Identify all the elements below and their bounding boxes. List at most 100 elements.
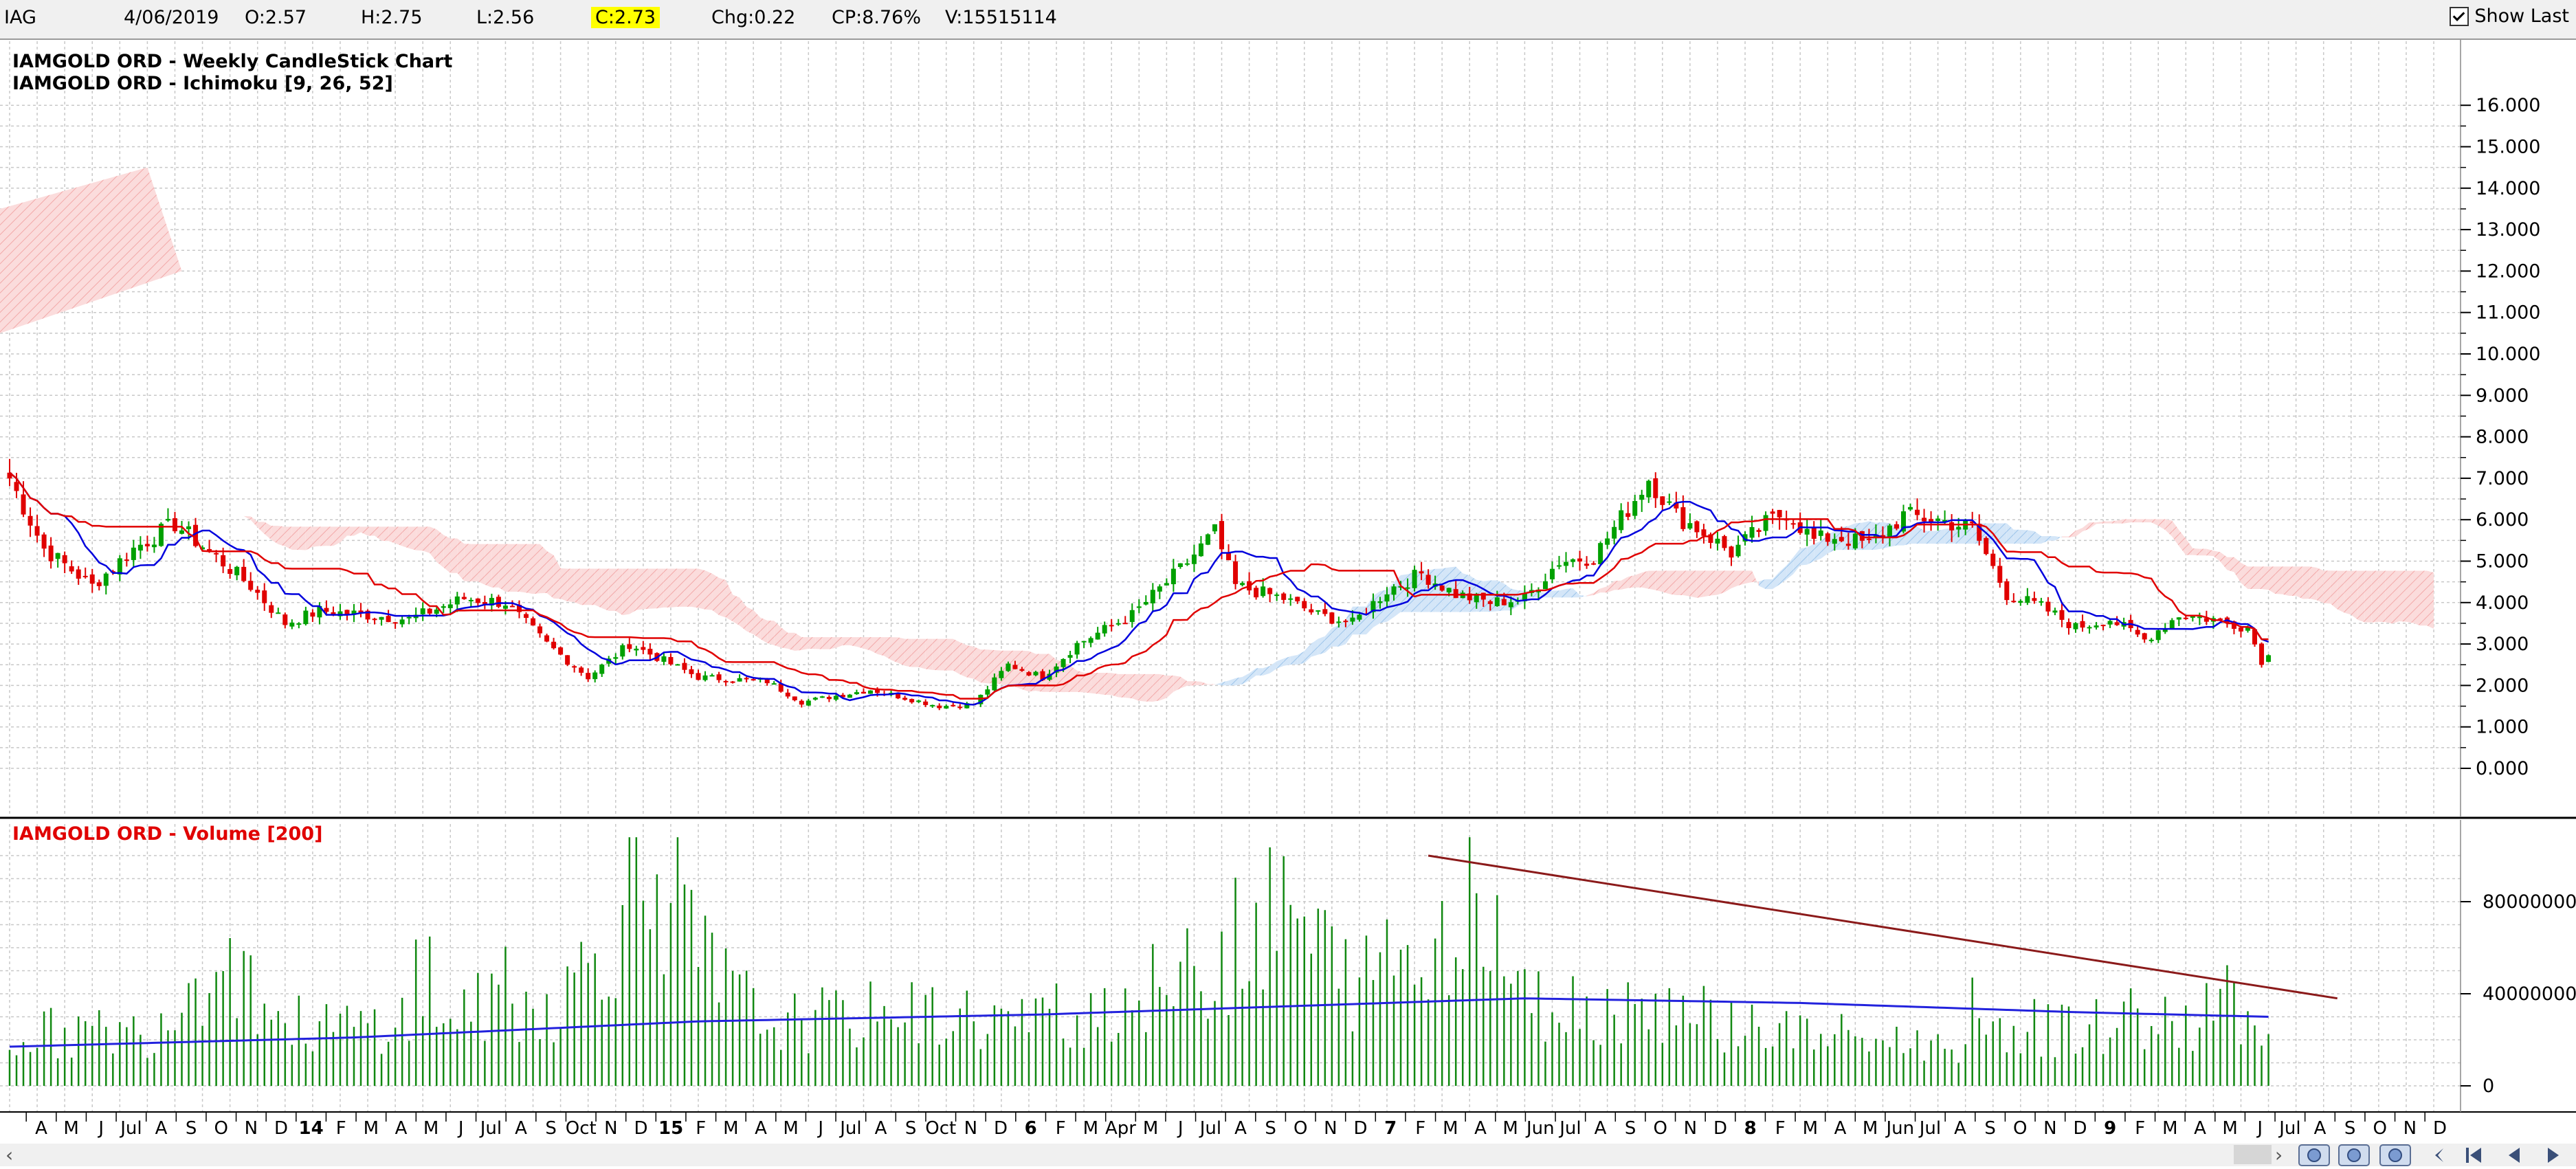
cloud-segment-bear bbox=[567, 568, 575, 603]
cloud-segment-bull bbox=[1931, 531, 1938, 544]
show-last-toggle[interactable]: Show Last bbox=[2450, 5, 2569, 27]
cloud-segment-bear bbox=[2096, 521, 2104, 524]
cloud-segment-bull bbox=[1951, 528, 1959, 544]
cloud-segment-bear bbox=[2275, 566, 2283, 594]
zoom-out-icon[interactable] bbox=[2338, 1144, 2370, 1166]
candle-body bbox=[2259, 643, 2265, 665]
cloud-segment-bear bbox=[1586, 592, 1594, 597]
candle-body bbox=[2073, 623, 2078, 630]
cloud-segment-bear bbox=[354, 526, 362, 536]
save-icon[interactable] bbox=[2379, 1144, 2411, 1166]
date-tick-label: S bbox=[905, 1118, 917, 1139]
scroll-right-icon[interactable]: › bbox=[2275, 1144, 2283, 1166]
scrollbar-track[interactable] bbox=[0, 1144, 2576, 1166]
cloud-segment-bear bbox=[1731, 570, 1739, 589]
cloud-segment-bear bbox=[2083, 522, 2090, 532]
cloud-segment-bear bbox=[1166, 676, 1174, 698]
cloud-segment-bear bbox=[436, 529, 444, 568]
cloud-segment-bear bbox=[0, 167, 182, 333]
cloud-segment-bear bbox=[430, 526, 437, 562]
candle-body bbox=[1267, 588, 1273, 594]
candle-body bbox=[1804, 528, 1810, 535]
cloud-segment-bear bbox=[243, 515, 251, 520]
cloud-segment-bear bbox=[464, 544, 471, 582]
candle-body bbox=[2183, 617, 2188, 619]
zoom-in-icon[interactable] bbox=[2298, 1144, 2330, 1166]
candle-body bbox=[165, 519, 170, 521]
cloud-segment-bear bbox=[443, 535, 451, 573]
candle-body bbox=[1315, 610, 1321, 612]
candle-body bbox=[96, 582, 102, 586]
candle-body bbox=[1480, 592, 1486, 600]
candle-body bbox=[957, 706, 963, 709]
cloud-segment-bull bbox=[1318, 636, 1325, 655]
scrollbar-thumb[interactable] bbox=[2234, 1145, 2272, 1164]
candle-body bbox=[2266, 655, 2272, 663]
high-value: H:2.75 bbox=[361, 7, 423, 28]
candle-body bbox=[737, 678, 742, 682]
cloud-segment-bear bbox=[643, 568, 650, 610]
candle-body bbox=[1811, 527, 1817, 539]
cloud-segment-bull bbox=[1263, 666, 1270, 676]
candle-body bbox=[1129, 610, 1135, 623]
cloud-segment-bear bbox=[395, 526, 403, 546]
candle-body bbox=[2135, 630, 2140, 635]
cloud-segment-bear bbox=[1104, 672, 1112, 695]
candle-body bbox=[1790, 523, 1796, 525]
candle-body bbox=[55, 553, 60, 559]
cloud-segment-bear bbox=[2186, 538, 2193, 555]
cloud-segment-bull bbox=[1394, 575, 1401, 618]
cloud-segment-bear bbox=[1111, 673, 1119, 698]
cloud-segment-bear bbox=[884, 637, 891, 660]
date-tick-label: 15 bbox=[658, 1118, 683, 1139]
candle-body bbox=[399, 619, 405, 625]
candle-body bbox=[144, 544, 150, 546]
cloud-segment-bear bbox=[1139, 673, 1146, 702]
price-tick-label: 4.000 bbox=[2476, 592, 2529, 614]
cloud-segment-bear bbox=[1173, 676, 1181, 692]
price-tick-label: 11.000 bbox=[2476, 302, 2540, 324]
date-tick-label: F bbox=[2135, 1118, 2145, 1139]
price-tick-label: 15.000 bbox=[2476, 137, 2540, 158]
date-tick-label: D bbox=[2433, 1118, 2447, 1139]
cloud-segment-bear bbox=[733, 594, 740, 626]
candle-body bbox=[2094, 625, 2099, 627]
date-tick-label: Apr bbox=[1105, 1118, 1136, 1139]
candle-body bbox=[1508, 602, 1513, 608]
candle-body bbox=[1818, 530, 1823, 536]
cloud-segment-bear bbox=[388, 526, 396, 544]
show-last-checkbox[interactable] bbox=[2450, 6, 2469, 26]
candle-body bbox=[454, 596, 460, 605]
candle-body bbox=[34, 526, 40, 536]
candle-body bbox=[1549, 568, 1555, 579]
candle-body bbox=[27, 515, 33, 526]
candle-body bbox=[2039, 601, 2044, 603]
cloud-segment-bull bbox=[1766, 579, 1773, 590]
cloud-segment-bear bbox=[512, 544, 520, 592]
date-tick-label: O bbox=[1293, 1118, 1307, 1139]
date-tick-label: Jun bbox=[1885, 1118, 1914, 1139]
candle-body bbox=[951, 704, 956, 706]
candle-body bbox=[255, 590, 260, 593]
candle-body bbox=[1749, 526, 1755, 538]
cloud-segment-bear bbox=[877, 637, 885, 656]
price-tick-label: 5.000 bbox=[2476, 551, 2529, 572]
scroll-left-icon[interactable]: ‹ bbox=[5, 1144, 13, 1166]
cloud-segment-bear bbox=[760, 617, 768, 643]
candle-body bbox=[2018, 601, 2023, 603]
date-tick-label: O bbox=[214, 1118, 228, 1139]
candle-body bbox=[716, 674, 722, 680]
cloud-segment-bear bbox=[409, 526, 417, 550]
candle-body bbox=[76, 569, 81, 579]
candle-body bbox=[1619, 510, 1624, 531]
cloud-segment-bear bbox=[2192, 548, 2200, 556]
cloud-segment-bear bbox=[1662, 570, 1669, 594]
candle-body bbox=[392, 622, 398, 624]
cloud-segment-bear bbox=[2206, 548, 2214, 557]
candle-body bbox=[2032, 598, 2037, 601]
candle-body bbox=[1102, 625, 1107, 634]
cloud-segment-bear bbox=[2158, 519, 2166, 531]
candle-body bbox=[1687, 523, 1693, 529]
candle-body bbox=[551, 641, 557, 649]
candle-body bbox=[1735, 544, 1741, 557]
